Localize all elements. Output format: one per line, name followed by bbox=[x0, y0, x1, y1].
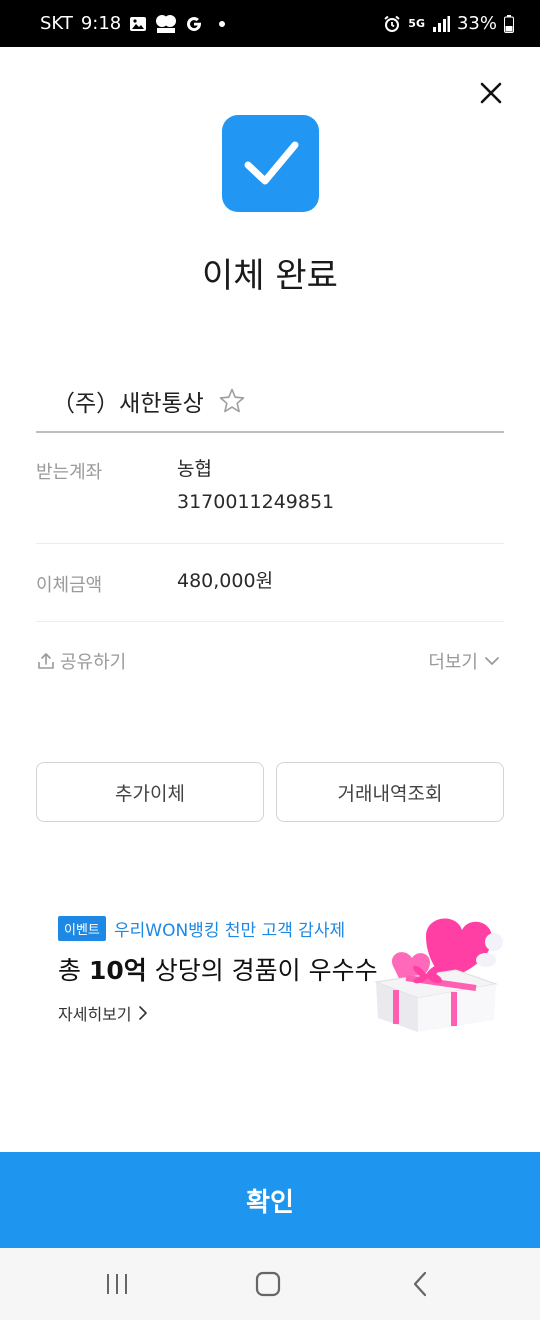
recents-icon bbox=[107, 1274, 127, 1294]
row-divider bbox=[36, 543, 504, 544]
network-type: 5G bbox=[408, 17, 425, 30]
chevron-down-icon bbox=[485, 657, 499, 665]
share-icon bbox=[38, 653, 54, 669]
transaction-history-button[interactable]: 거래내역조회 bbox=[276, 762, 504, 822]
amount-value: 480,000원 bbox=[177, 570, 274, 592]
back-icon bbox=[413, 1271, 427, 1297]
gallery-icon bbox=[130, 16, 147, 31]
bank-name: 농협 bbox=[177, 458, 212, 480]
event-headline: 총 10억 상당의 경품이 우수수 bbox=[58, 951, 378, 987]
chevron-right-icon bbox=[138, 1006, 147, 1020]
status-right: 5G 33% bbox=[383, 13, 514, 34]
clock: 9:18 bbox=[80, 13, 122, 34]
back-button[interactable] bbox=[400, 1268, 440, 1300]
amount-label: 이체금액 bbox=[36, 575, 103, 596]
headline-prefix: 총 bbox=[58, 956, 89, 985]
google-icon bbox=[187, 16, 202, 31]
share-button[interactable]: 공유하기 bbox=[36, 648, 126, 674]
battery-icon bbox=[504, 14, 514, 33]
gift-illustration bbox=[374, 918, 503, 1032]
recipient-name: （주）새한통상 bbox=[52, 391, 204, 417]
more-label: 더보기 bbox=[428, 652, 478, 673]
detail-link[interactable]: 자세히보기 bbox=[58, 1001, 148, 1025]
won-app-icon bbox=[156, 14, 177, 33]
signal-icon bbox=[432, 15, 450, 32]
status-bar: SKT 9:18 5G 33% bbox=[0, 0, 540, 47]
success-badge bbox=[222, 115, 319, 212]
battery-percent: 33% bbox=[456, 13, 497, 34]
close-button[interactable] bbox=[474, 76, 508, 110]
carrier-label: SKT bbox=[40, 13, 73, 34]
account-label: 받는계좌 bbox=[36, 462, 103, 483]
check-icon bbox=[244, 141, 298, 184]
recipient-header: （주）새한통상 bbox=[52, 384, 246, 418]
notification-dot bbox=[219, 20, 226, 27]
headline-amount: 10억 bbox=[88, 956, 147, 985]
system-nav-bar bbox=[0, 1248, 540, 1320]
home-icon bbox=[255, 1271, 281, 1297]
recipient-divider bbox=[36, 431, 504, 433]
event-subtitle: 우리WON뱅킹 천만 고객 감사제 bbox=[114, 921, 346, 941]
extra-transfer-button[interactable]: 추가이체 bbox=[36, 762, 264, 822]
event-tag: 이벤트 bbox=[58, 916, 106, 941]
detail-link-label: 자세히보기 bbox=[58, 1005, 132, 1024]
close-icon bbox=[480, 82, 502, 104]
event-banner[interactable]: 이벤트 우리WON뱅킹 천만 고객 감사제 총 10억 상당의 경품이 우수수 … bbox=[58, 900, 508, 1040]
row-divider bbox=[36, 621, 504, 622]
confirm-button[interactable]: 확인 bbox=[0, 1152, 540, 1248]
account-number: 3170011249851 bbox=[177, 491, 335, 513]
home-button[interactable] bbox=[248, 1268, 288, 1300]
recents-button[interactable] bbox=[97, 1268, 137, 1300]
alarm-icon bbox=[384, 15, 400, 32]
status-left: SKT 9:18 bbox=[40, 13, 226, 34]
more-button[interactable]: 더보기 bbox=[428, 648, 500, 674]
headline-suffix: 상당의 경품이 우수수 bbox=[146, 956, 378, 985]
star-outline-icon[interactable] bbox=[218, 387, 246, 415]
share-label: 공유하기 bbox=[60, 652, 127, 673]
page-title: 이체 완료 bbox=[202, 256, 338, 296]
